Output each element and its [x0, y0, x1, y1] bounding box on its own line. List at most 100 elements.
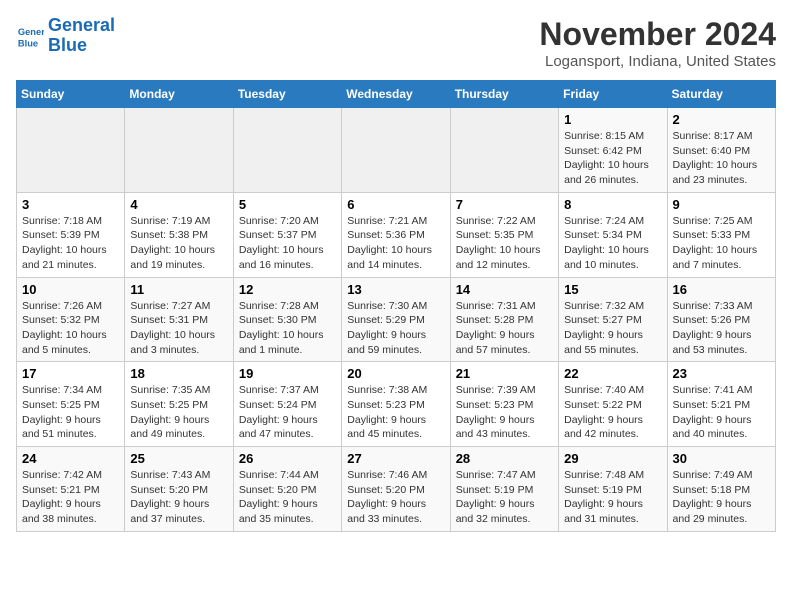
- day-number: 10: [22, 282, 119, 297]
- day-info: Sunrise: 7:30 AMSunset: 5:29 PMDaylight:…: [347, 299, 444, 358]
- weekday-header-tuesday: Tuesday: [233, 81, 341, 108]
- day-info: Sunrise: 7:27 AMSunset: 5:31 PMDaylight:…: [130, 299, 227, 358]
- day-number: 18: [130, 366, 227, 381]
- day-number: 2: [673, 112, 770, 127]
- day-info: Sunrise: 7:24 AMSunset: 5:34 PMDaylight:…: [564, 214, 661, 273]
- day-number: 14: [456, 282, 553, 297]
- day-number: 23: [673, 366, 770, 381]
- day-info: Sunrise: 7:32 AMSunset: 5:27 PMDaylight:…: [564, 299, 661, 358]
- calendar-day-cell: 9 Sunrise: 7:25 AMSunset: 5:33 PMDaylight…: [667, 192, 775, 277]
- logo-line2: Blue: [48, 36, 115, 56]
- day-number: 20: [347, 366, 444, 381]
- day-number: 28: [456, 451, 553, 466]
- calendar-week-row: 10 Sunrise: 7:26 AMSunset: 5:32 PMDayligh…: [17, 277, 776, 362]
- day-info: Sunrise: 7:42 AMSunset: 5:21 PMDaylight:…: [22, 468, 119, 527]
- day-info: Sunrise: 7:46 AMSunset: 5:20 PMDaylight:…: [347, 468, 444, 527]
- day-number: 4: [130, 197, 227, 212]
- day-number: 8: [564, 197, 661, 212]
- calendar-day-cell: 1 Sunrise: 8:15 AMSunset: 6:42 PMDaylight…: [559, 108, 667, 193]
- day-info: Sunrise: 7:35 AMSunset: 5:25 PMDaylight:…: [130, 383, 227, 442]
- calendar-day-cell: 16 Sunrise: 7:33 AMSunset: 5:26 PMDayligh…: [667, 277, 775, 362]
- calendar-day-cell: [450, 108, 558, 193]
- day-info: Sunrise: 7:41 AMSunset: 5:21 PMDaylight:…: [673, 383, 770, 442]
- calendar-day-cell: 25 Sunrise: 7:43 AMSunset: 5:20 PMDayligh…: [125, 447, 233, 532]
- logo-text: General Blue: [48, 16, 115, 56]
- calendar-day-cell: 15 Sunrise: 7:32 AMSunset: 5:27 PMDayligh…: [559, 277, 667, 362]
- day-number: 29: [564, 451, 661, 466]
- calendar-day-cell: 6 Sunrise: 7:21 AMSunset: 5:36 PMDaylight…: [342, 192, 450, 277]
- calendar-day-cell: 5 Sunrise: 7:20 AMSunset: 5:37 PMDaylight…: [233, 192, 341, 277]
- day-number: 24: [22, 451, 119, 466]
- day-number: 5: [239, 197, 336, 212]
- calendar-day-cell: [17, 108, 125, 193]
- day-info: Sunrise: 7:26 AMSunset: 5:32 PMDaylight:…: [22, 299, 119, 358]
- location: Logansport, Indiana, United States: [539, 53, 776, 70]
- day-info: Sunrise: 7:33 AMSunset: 5:26 PMDaylight:…: [673, 299, 770, 358]
- day-info: Sunrise: 7:47 AMSunset: 5:19 PMDaylight:…: [456, 468, 553, 527]
- calendar-day-cell: 7Sunrise: 7:22 AMSunset: 5:35 PMDaylight…: [450, 192, 558, 277]
- calendar-day-cell: 26Sunrise: 7:44 AMSunset: 5:20 PMDayligh…: [233, 447, 341, 532]
- day-number: 1: [564, 112, 661, 127]
- day-info: Sunrise: 7:31 AMSunset: 5:28 PMDaylight:…: [456, 299, 553, 358]
- day-number: 9: [673, 197, 770, 212]
- day-info: Sunrise: 7:49 AMSunset: 5:18 PMDaylight:…: [673, 468, 770, 527]
- day-number: 30: [673, 451, 770, 466]
- calendar-week-row: 1 Sunrise: 8:15 AMSunset: 6:42 PMDaylight…: [17, 108, 776, 193]
- calendar-day-cell: 21Sunrise: 7:39 AMSunset: 5:23 PMDayligh…: [450, 362, 558, 447]
- day-info: Sunrise: 7:20 AMSunset: 5:37 PMDaylight:…: [239, 214, 336, 273]
- day-number: 13: [347, 282, 444, 297]
- calendar-day-cell: 20 Sunrise: 7:38 AMSunset: 5:23 PMDayligh…: [342, 362, 450, 447]
- day-info: Sunrise: 7:19 AMSunset: 5:38 PMDaylight:…: [130, 214, 227, 273]
- day-number: 3: [22, 197, 119, 212]
- title-area: November 2024 Logansport, Indiana, Unite…: [539, 16, 776, 70]
- day-info: Sunrise: 7:21 AMSunset: 5:36 PMDaylight:…: [347, 214, 444, 273]
- day-number: 19: [239, 366, 336, 381]
- weekday-header-sunday: Sunday: [17, 81, 125, 108]
- day-number: 27: [347, 451, 444, 466]
- weekday-header-row: SundayMondayTuesdayWednesdayThursdayFrid…: [17, 81, 776, 108]
- svg-text:General: General: [18, 27, 44, 37]
- calendar-table: SundayMondayTuesdayWednesdayThursdayFrid…: [16, 80, 776, 532]
- day-info: Sunrise: 8:15 AMSunset: 6:42 PMDaylight:…: [564, 129, 661, 188]
- svg-text:Blue: Blue: [18, 38, 38, 48]
- day-info: Sunrise: 7:38 AMSunset: 5:23 PMDaylight:…: [347, 383, 444, 442]
- day-info: Sunrise: 7:22 AMSunset: 5:35 PMDaylight:…: [456, 214, 553, 273]
- weekday-header-saturday: Saturday: [667, 81, 775, 108]
- weekday-header-wednesday: Wednesday: [342, 81, 450, 108]
- calendar-day-cell: 18 Sunrise: 7:35 AMSunset: 5:25 PMDayligh…: [125, 362, 233, 447]
- calendar-day-cell: 14 Sunrise: 7:31 AMSunset: 5:28 PMDayligh…: [450, 277, 558, 362]
- calendar-day-cell: 23 Sunrise: 7:41 AMSunset: 5:21 PMDayligh…: [667, 362, 775, 447]
- calendar-day-cell: 27 Sunrise: 7:46 AMSunset: 5:20 PMDayligh…: [342, 447, 450, 532]
- day-number: 15: [564, 282, 661, 297]
- calendar-day-cell: 22Sunrise: 7:40 AMSunset: 5:22 PMDayligh…: [559, 362, 667, 447]
- logo: General Blue General Blue: [16, 16, 115, 56]
- day-number: 25: [130, 451, 227, 466]
- day-info: Sunrise: 8:17 AMSunset: 6:40 PMDaylight:…: [673, 129, 770, 188]
- day-number: 22: [564, 366, 661, 381]
- day-number: 17: [22, 366, 119, 381]
- calendar-day-cell: 4 Sunrise: 7:19 AMSunset: 5:38 PMDaylight…: [125, 192, 233, 277]
- weekday-header-monday: Monday: [125, 81, 233, 108]
- calendar-day-cell: 19Sunrise: 7:37 AMSunset: 5:24 PMDayligh…: [233, 362, 341, 447]
- calendar-day-cell: [233, 108, 341, 193]
- day-info: Sunrise: 7:34 AMSunset: 5:25 PMDaylight:…: [22, 383, 119, 442]
- day-number: 12: [239, 282, 336, 297]
- weekday-header-friday: Friday: [559, 81, 667, 108]
- day-info: Sunrise: 7:43 AMSunset: 5:20 PMDaylight:…: [130, 468, 227, 527]
- calendar-day-cell: 2 Sunrise: 8:17 AMSunset: 6:40 PMDaylight…: [667, 108, 775, 193]
- calendar-day-cell: 3 Sunrise: 7:18 AMSunset: 5:39 PMDaylight…: [17, 192, 125, 277]
- day-number: 6: [347, 197, 444, 212]
- calendar-week-row: 3 Sunrise: 7:18 AMSunset: 5:39 PMDaylight…: [17, 192, 776, 277]
- calendar-day-cell: 12Sunrise: 7:28 AMSunset: 5:30 PMDayligh…: [233, 277, 341, 362]
- calendar-day-cell: [125, 108, 233, 193]
- calendar-day-cell: 30 Sunrise: 7:49 AMSunset: 5:18 PMDayligh…: [667, 447, 775, 532]
- weekday-header-thursday: Thursday: [450, 81, 558, 108]
- day-number: 16: [673, 282, 770, 297]
- day-info: Sunrise: 7:39 AMSunset: 5:23 PMDaylight:…: [456, 383, 553, 442]
- day-info: Sunrise: 7:25 AMSunset: 5:33 PMDaylight:…: [673, 214, 770, 273]
- calendar-week-row: 17 Sunrise: 7:34 AMSunset: 5:25 PMDayligh…: [17, 362, 776, 447]
- day-info: Sunrise: 7:44 AMSunset: 5:20 PMDaylight:…: [239, 468, 336, 527]
- day-info: Sunrise: 7:18 AMSunset: 5:39 PMDaylight:…: [22, 214, 119, 273]
- calendar-day-cell: 17 Sunrise: 7:34 AMSunset: 5:25 PMDayligh…: [17, 362, 125, 447]
- calendar-day-cell: 29Sunrise: 7:48 AMSunset: 5:19 PMDayligh…: [559, 447, 667, 532]
